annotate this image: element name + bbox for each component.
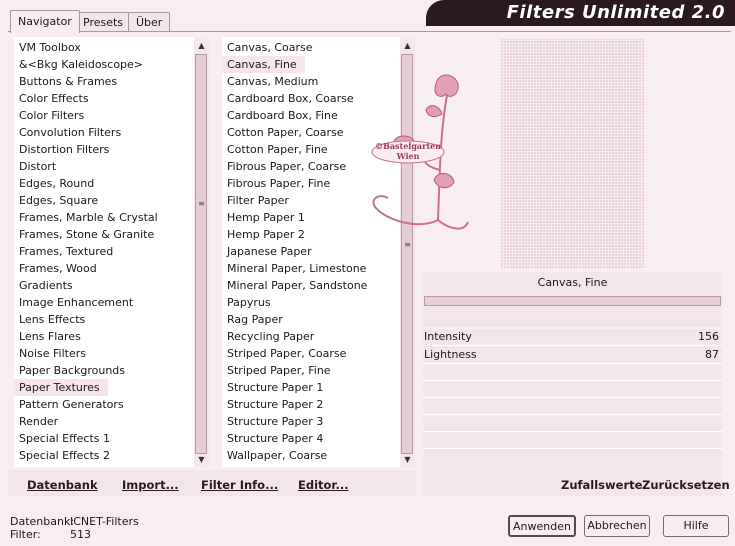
scroll-up-icon[interactable]: ▲ [194, 39, 209, 53]
param-label: Intensity [424, 330, 472, 343]
param-intensity[interactable]: Intensity 156 [424, 328, 722, 345]
cancel-button[interactable]: Abbrechen [584, 515, 650, 537]
list-item[interactable]: Color Effects [14, 90, 194, 107]
reset-button[interactable]: Zurücksetzen [642, 478, 730, 492]
scroll-down-icon[interactable]: ▼ [400, 453, 415, 467]
list-item[interactable]: Structure Paper 1 [222, 379, 400, 396]
list-item[interactable]: Edges, Round [14, 175, 194, 192]
list-item[interactable]: Buttons & Frames [14, 73, 194, 90]
list-item[interactable]: Rag Paper [222, 311, 400, 328]
list-item[interactable]: Papyrus [222, 294, 400, 311]
param-separator [423, 431, 722, 432]
scroll-down-icon[interactable]: ▼ [194, 453, 209, 467]
app-title: Filters Unlimited 2.0 [506, 2, 725, 23]
database-value: ICNET-Filters [70, 515, 139, 528]
param-value: 87 [705, 348, 719, 361]
editor-button[interactable]: Editor... [298, 478, 349, 492]
list-item[interactable]: Pattern Generators [14, 396, 194, 413]
database-label: Datenbank: [10, 515, 75, 528]
list-item[interactable]: Render [14, 413, 194, 430]
list-item[interactable]: &<Bkg Kaleidoscope> [14, 56, 194, 73]
database-button[interactable]: Datenbank [27, 478, 98, 492]
param-value: 156 [698, 330, 719, 343]
tab-uber[interactable]: Über [128, 12, 171, 32]
list-item[interactable]: Recycling Paper [222, 328, 400, 345]
list-item[interactable]: Frames, Stone & Granite [14, 226, 194, 243]
scroll-thumb[interactable]: ≡ [195, 54, 207, 454]
watermark-flower-icon: ©Bastelgarten Wien [371, 74, 469, 230]
list-item[interactable]: Wallpaper, Coarse [222, 447, 400, 464]
param-separator [423, 380, 722, 381]
filter-progress-bar [424, 296, 721, 306]
param-separator [423, 397, 722, 398]
list-item[interactable]: Frames, Textured [14, 243, 194, 260]
param-separator [423, 414, 722, 415]
list-item[interactable]: Special Effects 1 [14, 430, 194, 447]
param-separator [423, 448, 722, 449]
preview-image [500, 39, 645, 269]
list-item[interactable]: Lens Effects [14, 311, 194, 328]
list-item[interactable]: Paper Backgrounds [14, 362, 194, 379]
list-item[interactable]: Convolution Filters [14, 124, 194, 141]
list-item[interactable]: Gradients [14, 277, 194, 294]
list-item[interactable]: Striped Paper, Fine [222, 362, 400, 379]
list-item[interactable]: Mineral Paper, Limestone [222, 260, 400, 277]
tab-navigator[interactable]: Navigator [10, 10, 80, 33]
category-list[interactable]: VM Toolbox &<Bkg Kaleidoscope> Buttons & F… [14, 37, 194, 467]
randomize-button[interactable]: Zufallswerte [561, 478, 642, 492]
param-lightness[interactable]: Lightness 87 [424, 346, 722, 363]
watermark-line1: ©Bastelgarten [375, 141, 441, 151]
list-item[interactable]: Striped Paper, Coarse [222, 345, 400, 362]
list-item[interactable]: Structure Paper 2 [222, 396, 400, 413]
list-item[interactable]: Special Effects 2 [14, 447, 194, 464]
list-item[interactable]: Canvas, Fine [222, 56, 305, 73]
list-item[interactable]: Structure Paper 3 [222, 413, 400, 430]
list-item[interactable]: Distortion Filters [14, 141, 194, 158]
watermark-line2: Wien [396, 151, 420, 161]
list-item[interactable]: Edges, Square [14, 192, 194, 209]
list-item[interactable]: Paper Textures [14, 379, 108, 396]
list-item[interactable]: Structure Paper 4 [222, 430, 400, 447]
list-item[interactable]: Image Enhancement [14, 294, 194, 311]
apply-button[interactable]: Anwenden [508, 515, 576, 537]
list-item[interactable]: Frames, Wood [14, 260, 194, 277]
param-separator [423, 363, 722, 364]
filter-count-label: Filter: [10, 528, 41, 541]
filter-count-value: 513 [70, 528, 91, 541]
filter-info-button[interactable]: Filter Info... [201, 478, 278, 492]
list-item[interactable]: VM Toolbox [14, 39, 194, 56]
list-item[interactable]: Canvas, Coarse [222, 39, 400, 56]
list-item[interactable]: Color Filters [14, 107, 194, 124]
tab-underline [8, 31, 731, 32]
scroll-up-icon[interactable]: ▲ [400, 39, 415, 53]
current-filter-name: Canvas, Fine [537, 276, 608, 289]
help-button[interactable]: Hilfe [663, 515, 729, 537]
list-item[interactable]: Distort [14, 158, 194, 175]
list-item[interactable]: Lens Flares [14, 328, 194, 345]
list-item[interactable]: Frames, Marble & Crystal [14, 209, 194, 226]
param-label: Lightness [424, 348, 477, 361]
tab-presets[interactable]: Presets [75, 12, 132, 32]
grip-icon: ≡ [198, 199, 205, 208]
import-button[interactable]: Import... [122, 478, 179, 492]
list-item[interactable]: Mineral Paper, Sandstone [222, 277, 400, 294]
list-item[interactable]: Noise Filters [14, 345, 194, 362]
category-scrollbar[interactable]: ▲ ≡ ▼ [194, 37, 209, 467]
